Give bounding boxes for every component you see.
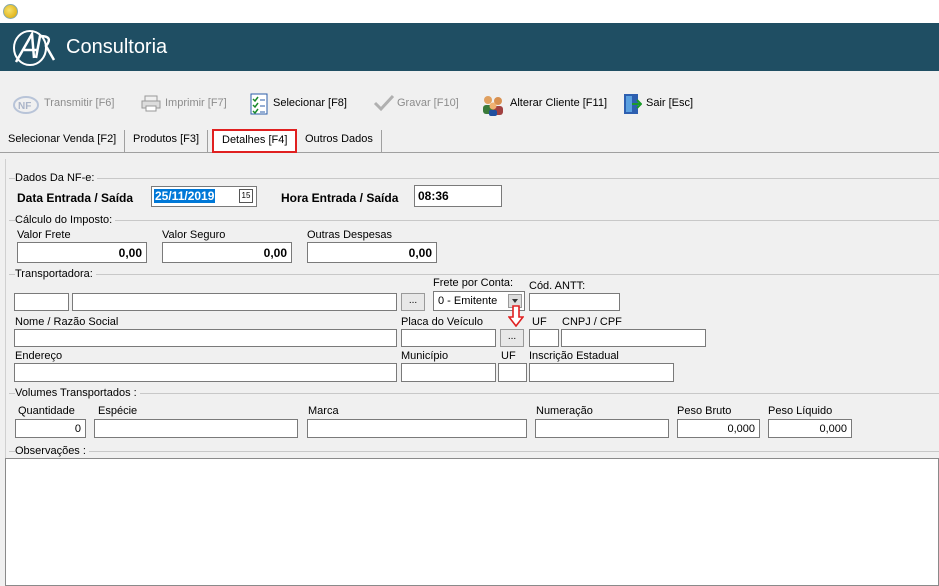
outras-despesas-label: Outras Despesas [307,229,392,241]
data-entrada-label: Data Entrada / Saída [17,191,134,205]
tab-outros-dados[interactable]: Outros Dados [297,130,382,152]
quantidade-label: Quantidade [18,405,75,417]
data-entrada-value: 25/11/2019 [154,189,216,203]
inscricao-estadual-label: Inscrição Estadual [529,350,619,362]
gravar-button[interactable]: Gravar [F10] [373,92,459,114]
especie-field[interactable] [94,419,298,438]
marca-field[interactable] [307,419,527,438]
sair-label: Sair [Esc] [646,97,694,109]
group-divider-volumes [9,393,939,394]
transportadora-nome-field[interactable] [72,293,397,311]
tab-detalhes[interactable]: Detalhes [F4] [212,129,298,153]
uf-municipio-label: UF [501,350,516,362]
alterar-cliente-label: Alterar Cliente [F11] [510,97,608,109]
cnpj-cpf-field[interactable] [561,329,706,347]
cod-antt-field[interactable] [529,293,620,311]
imprimir-button[interactable]: Imprimir [F7] [141,92,227,114]
calendar-icon[interactable]: 15 [239,189,253,203]
numeracao-label: Numeração [536,405,593,417]
placa-search-button[interactable]: ... [500,329,524,347]
peso-liquido-label: Peso Líquido [768,405,833,417]
brand-name: Consultoria [66,36,168,58]
observacoes-textarea[interactable] [5,458,939,586]
peso-bruto-field[interactable]: 0,000 [677,419,760,438]
municipio-field[interactable] [401,363,496,382]
transportadora-codigo-field[interactable] [14,293,69,311]
alterar-cliente-button[interactable]: Alterar Cliente [F11] [480,92,608,116]
app-icon [3,4,18,19]
outras-despesas-field[interactable]: 0,00 [307,242,437,263]
cnpj-cpf-label: CNPJ / CPF [562,316,622,328]
group-divider-transportadora [9,274,939,275]
nome-razao-field[interactable] [14,329,397,347]
numeracao-field[interactable] [535,419,669,438]
marca-label: Marca [308,405,339,417]
frete-por-conta-label: Frete por Conta: [433,277,514,289]
red-arrow-down-icon [508,305,524,327]
especie-label: Espécie [98,405,138,417]
gravar-label: Gravar [F10] [397,97,459,109]
placa-veiculo-field[interactable] [401,329,496,347]
valor-seguro-label: Valor Seguro [162,229,226,241]
selecionar-label: Selecionar [F8] [273,97,347,109]
uf-placa-label: UF [532,316,547,328]
users-icon [480,93,503,116]
municipio-label: Município [401,350,449,362]
sair-button[interactable]: Sair [Esc] [622,92,693,114]
endereco-label: Endereço [15,350,63,362]
placa-veiculo-label: Placa do Veículo [401,316,483,328]
nfe-transmit-icon: NF [12,93,39,114]
title-bar [0,0,939,23]
svg-text:NF: NF [18,101,31,112]
printer-icon [141,93,161,113]
group-nfe-label: Dados Da NF-e: [15,172,98,184]
hora-entrada-field[interactable]: 08:36 [414,185,502,207]
imprimir-label: Imprimir [F7] [165,97,227,109]
valor-frete-label: Valor Frete [17,229,71,241]
cod-antt-label: Cód. ANTT: [529,280,586,292]
tabs-baseline [0,152,939,153]
tab-selecionar-venda[interactable]: Selecionar Venda [F2] [0,130,126,152]
group-volumes-label: Volumes Transportados : [15,387,140,399]
data-entrada-field[interactable]: 25/11/2019 15 [151,186,257,207]
endereco-field[interactable] [14,363,397,382]
inscricao-estadual-field[interactable] [529,363,674,382]
logo-icon [13,29,56,66]
exit-door-icon [622,93,643,114]
frete-por-conta-value: 0 - Emitente [438,295,498,307]
uf-municipio-field[interactable] [498,363,527,382]
transmitir-label: Transmitir [F6] [44,97,115,109]
group-transportadora-label: Transportadora: [15,268,96,280]
checkmark-icon [373,93,395,113]
peso-bruto-label: Peso Bruto [677,405,732,417]
valor-seguro-field[interactable]: 0,00 [162,242,292,263]
transportadora-search-button[interactable]: ... [401,293,425,311]
group-divider-nfe [9,178,939,179]
hora-entrada-label: Hora Entrada / Saída [281,191,399,205]
peso-liquido-field[interactable]: 0,000 [768,419,852,438]
tab-produtos[interactable]: Produtos [F3] [125,130,209,152]
group-imposto-label: Cálculo do Imposto: [15,214,116,226]
group-divider-imposto [9,220,939,221]
nome-razao-label: Nome / Razão Social [15,316,119,328]
quantidade-field[interactable]: 0 [15,419,86,438]
transmitir-button[interactable]: NF Transmitir [F6] [12,92,115,114]
checklist-icon [249,93,269,115]
observacoes-label: Observações : [15,445,89,457]
uf-placa-field[interactable] [529,329,559,347]
valor-frete-field[interactable]: 0,00 [17,242,147,263]
selecionar-button[interactable]: Selecionar [F8] [249,92,347,115]
group-divider-observacoes [9,451,939,452]
